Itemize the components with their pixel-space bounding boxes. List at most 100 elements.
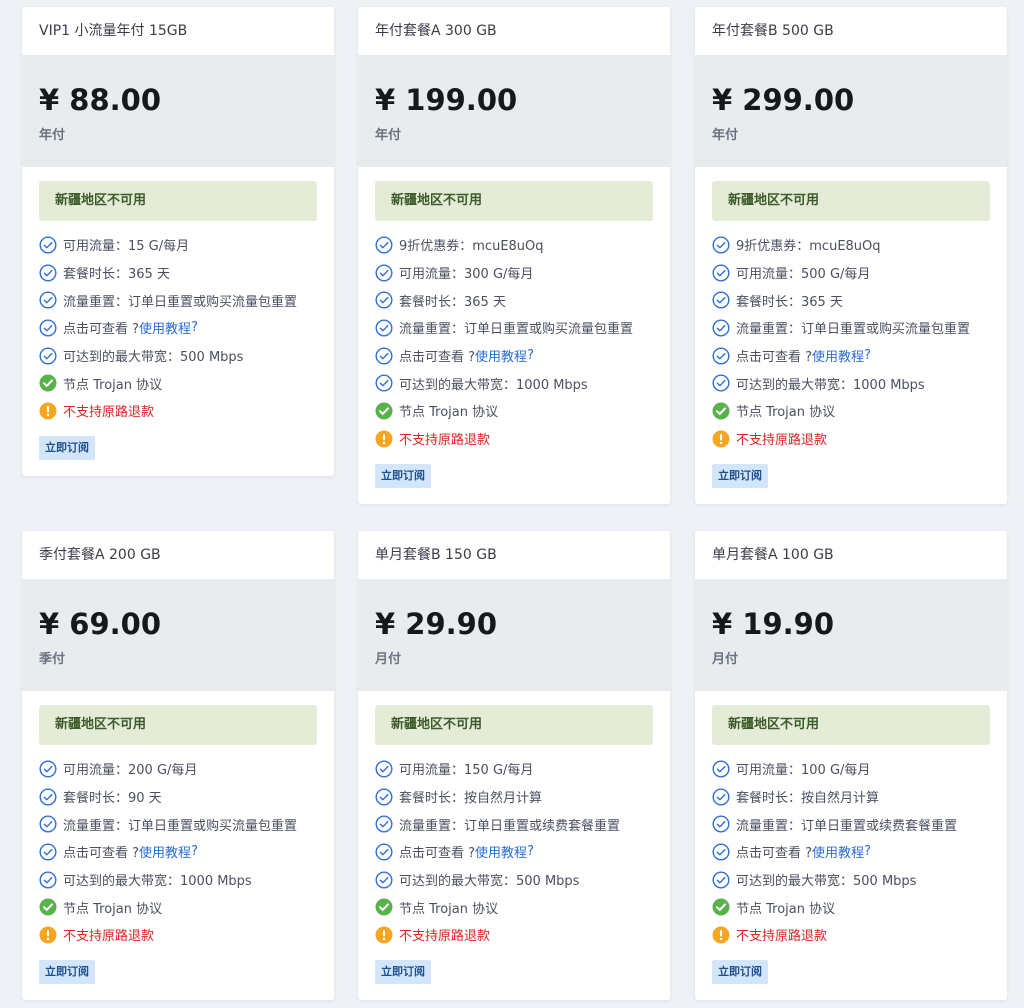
- tutorial-link[interactable]: 使用教程: [812, 842, 864, 861]
- feature-text: 不支持原路退款: [736, 433, 828, 449]
- subscribe-button[interactable]: 立即订阅: [39, 959, 95, 984]
- feature-text: 流量重置：订单日重置或购买流量包重置: [399, 322, 634, 338]
- feature-list: 可用流量：15 G/每月 套餐时长：365 天流量重置：订单日重置或购买流量包重置…: [39, 231, 334, 425]
- feature-text: 9折优惠券：mcuE8uOq: [736, 239, 881, 255]
- check-circle-outline-icon: [375, 264, 393, 282]
- feature-item: 流量重置：订单日重置或续费套餐重置: [712, 810, 1007, 838]
- check-circle-outline-icon: [712, 347, 730, 365]
- feature-text: 可用流量：500 G/每月: [736, 267, 871, 283]
- feature-item: 节点 Trojan 协议: [375, 893, 670, 921]
- subscribe-button[interactable]: 立即订阅: [39, 435, 95, 460]
- feature-item: 节点 Trojan 协议: [375, 397, 670, 425]
- plan-price: ¥ 199.00: [375, 83, 518, 117]
- plan-card: 单月套餐A 100 GB ¥ 19.90 月付 新疆地区不可用 可用流量：100 G/每…: [695, 531, 1007, 1000]
- feature-item: 不支持原路退款: [375, 425, 670, 453]
- feature-suffix: ?: [527, 844, 534, 860]
- subscribe-button[interactable]: 立即订阅: [712, 463, 768, 488]
- region-notice: 新疆地区不可用: [375, 705, 653, 745]
- subscribe-button[interactable]: 立即订阅: [712, 959, 768, 984]
- plan-title: VIP1 小流量年付 15GB: [39, 23, 188, 39]
- tutorial-link[interactable]: 使用教程: [475, 346, 527, 365]
- check-circle-outline-icon: [375, 815, 393, 833]
- feature-item: 套餐时长：按自然月计算: [712, 783, 1007, 811]
- feature-item: 不支持原路退款: [712, 425, 1007, 453]
- feature-item: 节点 Trojan 协议: [39, 369, 334, 397]
- feature-item: 节点 Trojan 协议: [712, 397, 1007, 425]
- check-circle-outline-icon: [712, 291, 730, 309]
- feature-text: 不支持原路退款: [63, 405, 155, 421]
- feature-item: 套餐时长：按自然月计算: [375, 783, 670, 811]
- feature-item: 点击可查看 ? 使用教程?: [712, 342, 1007, 370]
- billing-period: 年付: [39, 128, 66, 143]
- billing-period: 月付: [712, 652, 739, 667]
- feature-text: 节点 Trojan 协议: [399, 901, 499, 917]
- feature-text: 节点 Trojan 协议: [736, 405, 836, 421]
- feature-text: 流量重置：订单日重置或购买流量包重置: [736, 322, 971, 338]
- check-circle-outline-icon: [712, 760, 730, 778]
- warning-circle-icon: [39, 402, 57, 420]
- feature-text: 可用流量：150 G/每月: [399, 763, 534, 779]
- feature-text: 套餐时长：365 天: [736, 294, 843, 310]
- feature-item: 套餐时长：90 天: [39, 783, 334, 811]
- feature-list: 可用流量：150 G/每月 套餐时长：按自然月计算 流量重置：订单日重置或续费套餐重…: [375, 755, 670, 949]
- check-circle-outline-icon: [375, 319, 393, 337]
- check-circle-outline-icon: [712, 236, 730, 254]
- feature-item: 可用流量：300 G/每月: [375, 259, 670, 287]
- feature-text: 点击可查看 ?: [63, 322, 140, 338]
- feature-item: 不支持原路退款: [712, 921, 1007, 949]
- tutorial-link[interactable]: 使用教程: [812, 346, 864, 365]
- check-circle-filled-icon: [375, 402, 393, 420]
- plan-title: 季付套餐A 200 GB: [39, 547, 161, 563]
- feature-item: 流量重置：订单日重置或购买流量包重置: [39, 810, 334, 838]
- feature-text: 不支持原路退款: [736, 929, 828, 945]
- feature-text: 点击可查看 ?: [63, 846, 140, 862]
- check-circle-outline-icon: [375, 871, 393, 889]
- check-circle-outline-icon: [39, 760, 57, 778]
- feature-item: 9折优惠券：mcuE8uOq: [712, 231, 1007, 259]
- plan-title: 单月套餐A 100 GB: [712, 547, 834, 563]
- feature-list: 9折优惠券：mcuE8uOq 可用流量：500 G/每月 套餐时长：365 天流量重…: [712, 231, 1007, 453]
- feature-text: 套餐时长：90 天: [63, 791, 162, 807]
- subscribe-button[interactable]: 立即订阅: [375, 463, 431, 488]
- warning-circle-icon: [712, 430, 730, 448]
- check-circle-outline-icon: [39, 319, 57, 337]
- check-circle-outline-icon: [39, 843, 57, 861]
- feature-list: 可用流量：100 G/每月 套餐时长：按自然月计算 流量重置：订单日重置或续费套餐重…: [712, 755, 1007, 949]
- feature-item: 套餐时长：365 天: [712, 286, 1007, 314]
- billing-period: 季付: [39, 652, 66, 667]
- feature-text: 流量重置：订单日重置或续费套餐重置: [736, 818, 958, 834]
- check-circle-outline-icon: [39, 264, 57, 282]
- feature-text: 点击可查看 ?: [399, 846, 476, 862]
- check-circle-outline-icon: [375, 788, 393, 806]
- subscribe-button[interactable]: 立即订阅: [375, 959, 431, 984]
- tutorial-link[interactable]: 使用教程: [139, 842, 191, 861]
- feature-item: 点击可查看 ? 使用教程?: [712, 838, 1007, 866]
- tutorial-link[interactable]: 使用教程: [139, 318, 191, 337]
- feature-item: 点击可查看 ? 使用教程?: [375, 342, 670, 370]
- check-circle-outline-icon: [375, 347, 393, 365]
- plan-card: VIP1 小流量年付 15GB ¥ 88.00 年付 新疆地区不可用 可用流量：15 G…: [22, 7, 334, 476]
- plan-price: ¥ 69.00: [39, 607, 162, 641]
- tutorial-link[interactable]: 使用教程: [475, 842, 527, 861]
- check-circle-outline-icon: [39, 788, 57, 806]
- plan-title: 单月套餐B 150 GB: [375, 547, 497, 563]
- check-circle-outline-icon: [712, 788, 730, 806]
- feature-item: 套餐时长：365 天: [39, 259, 334, 287]
- plan-card: 单月套餐B 150 GB ¥ 29.90 月付 新疆地区不可用 可用流量：150 G/每…: [358, 531, 670, 1000]
- check-circle-outline-icon: [39, 347, 57, 365]
- feature-text: 节点 Trojan 协议: [63, 901, 163, 917]
- billing-period: 年付: [712, 128, 739, 143]
- feature-text: 节点 Trojan 协议: [399, 405, 499, 421]
- check-circle-outline-icon: [712, 815, 730, 833]
- warning-circle-icon: [375, 926, 393, 944]
- plan-price: ¥ 29.90: [375, 607, 498, 641]
- check-circle-filled-icon: [712, 898, 730, 916]
- billing-period: 年付: [375, 128, 402, 143]
- feature-item: 流量重置：订单日重置或购买流量包重置: [375, 314, 670, 342]
- price-box: ¥ 88.00 年付: [22, 55, 334, 167]
- region-notice: 新疆地区不可用: [712, 705, 990, 745]
- feature-text: 不支持原路退款: [399, 929, 491, 945]
- feature-item: 点击可查看 ? 使用教程?: [375, 838, 670, 866]
- check-circle-outline-icon: [375, 843, 393, 861]
- feature-text: 流量重置：订单日重置或购买流量包重置: [63, 818, 298, 834]
